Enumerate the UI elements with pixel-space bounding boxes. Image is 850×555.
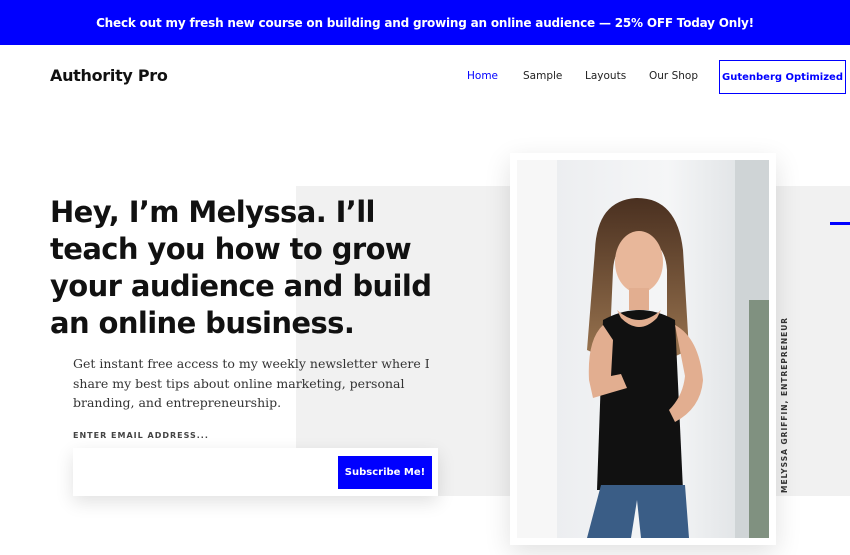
accent-line <box>830 222 850 225</box>
hero-headline: Hey, I’m Melyssa. I’ll teach you how to … <box>50 195 432 340</box>
promo-banner[interactable]: Check out my fresh new course on buildin… <box>0 0 850 45</box>
hero-photo-frame <box>510 153 776 545</box>
nav-sample[interactable]: Sample <box>523 70 562 82</box>
email-input[interactable] <box>73 448 333 496</box>
subscribe-button[interactable]: Subscribe Me! <box>338 456 432 489</box>
promo-text[interactable]: Check out my fresh new course on buildin… <box>96 16 754 30</box>
nav-layouts[interactable]: Layouts <box>585 70 626 82</box>
hero-photo <box>517 160 769 538</box>
email-label: ENTER EMAIL ADDRESS... <box>73 431 209 440</box>
site-title[interactable]: Authority Pro <box>50 66 168 85</box>
hero-intro: Get instant free access to my weekly new… <box>73 356 430 410</box>
nav-our-shop[interactable]: Our Shop <box>649 70 698 82</box>
signup-form: Subscribe Me! <box>73 448 438 496</box>
gutenberg-optimized-button[interactable]: Gutenberg Optimized <box>719 60 846 94</box>
photo-caption: MELYSSA GRIFFIN, ENTREPRENEUR <box>780 316 789 493</box>
site-header: Authority Pro Home Sample Layouts Our Sh… <box>0 45 850 110</box>
nav-home[interactable]: Home <box>467 70 498 82</box>
